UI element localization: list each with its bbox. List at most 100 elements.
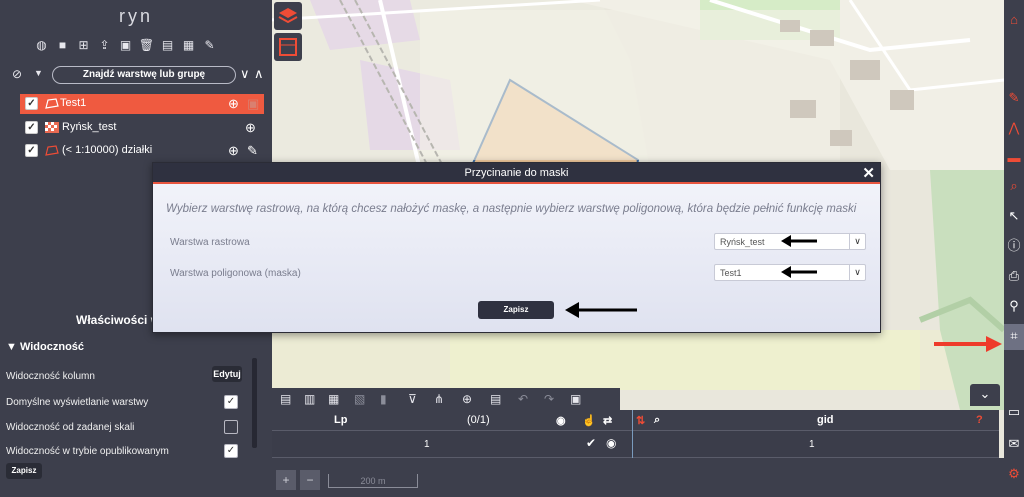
- layer-search-row: ⊘ ▼ Znajdź warstwę lub grupę ∨ ∧: [10, 66, 266, 84]
- column-gid-header[interactable]: gid: [817, 414, 834, 426]
- zoom-out-button[interactable]: −: [300, 470, 320, 490]
- raster-layer-label: Warstwa rastrowa: [170, 237, 250, 248]
- visibility-section-toggle[interactable]: ▼ Widoczność: [6, 341, 84, 353]
- add-record-icon[interactable]: ▥: [304, 392, 315, 406]
- chevron-down-icon: ∨: [849, 234, 865, 249]
- folder-icon[interactable]: ■: [55, 38, 70, 52]
- layer-checkbox[interactable]: ✓: [25, 121, 38, 134]
- locate-icon[interactable]: ⊕: [462, 392, 472, 406]
- red-pointer-arrow: [934, 336, 1002, 352]
- layer-item-rynsk-test[interactable]: ✓ Ryńsk_test ⊕: [20, 118, 264, 138]
- folder-plus-icon[interactable]: ▦: [181, 38, 196, 52]
- print-icon[interactable]: ⎙: [1006, 268, 1022, 284]
- zoom-in-button[interactable]: +: [276, 470, 296, 490]
- prop-row-scale-visibility: Widoczność od zadanej skali: [6, 420, 246, 436]
- clip-mask-icon[interactable]: ⌗: [1006, 328, 1022, 344]
- sort-icon[interactable]: ⇅: [636, 414, 645, 427]
- pencil-icon[interactable]: ✎: [1006, 90, 1022, 106]
- polygon-layer-icon: [45, 145, 59, 156]
- annotation-arrow: [781, 266, 817, 278]
- trash-icon[interactable]: 🗑: [139, 38, 154, 52]
- locate-icon[interactable]: ⊕: [228, 96, 239, 112]
- scale-bar: 200 m: [328, 474, 418, 488]
- table-row[interactable]: 1 ✔ ◉ 1: [272, 430, 999, 458]
- edit-layer-icon[interactable]: ✎: [247, 143, 258, 159]
- basemap-button[interactable]: [274, 33, 302, 61]
- filter-icon[interactable]: ⊽: [408, 392, 417, 406]
- search-icon[interactable]: ⌕: [654, 414, 660, 427]
- edit-layer-icon[interactable]: ▣: [247, 96, 259, 112]
- prop-row-default-display: Domyślne wyświetlanie warstwy ✓: [6, 395, 246, 411]
- layer-item-dzialki[interactable]: ✓ (< 1:10000) działki ⊕ ✎: [20, 141, 264, 161]
- search-icon[interactable]: ⌕: [1006, 178, 1022, 194]
- collapse-table-button[interactable]: ⌄: [970, 384, 1000, 406]
- prop-checkbox[interactable]: ✓: [224, 444, 238, 458]
- table-icon[interactable]: ▤: [490, 392, 501, 406]
- gear-icon[interactable]: ⚙: [1006, 466, 1022, 482]
- visibility-columns-row: Widoczność kolumn: [6, 369, 246, 385]
- location-user-icon[interactable]: ⚲: [1006, 298, 1022, 314]
- basemap-icon: [279, 38, 297, 56]
- prop-checkbox[interactable]: ✓: [224, 395, 238, 409]
- measure-angle-icon[interactable]: ⋀: [1006, 120, 1022, 136]
- eye-slash-icon[interactable]: ⊘: [12, 67, 22, 81]
- help-icon[interactable]: ?: [976, 414, 983, 426]
- close-icon[interactable]: ✕: [862, 164, 875, 182]
- layer-item-test1[interactable]: ✓ Test1 ⊕ ▣: [20, 94, 264, 114]
- caret-down-icon: ▼: [6, 341, 20, 353]
- upload-icon[interactable]: ⇪: [97, 38, 112, 52]
- delete-icon[interactable]: ▮: [380, 392, 387, 406]
- polygon-layer-label: Warstwa poligonowa (maska): [170, 268, 301, 279]
- edit-icon[interactable]: ✎: [202, 38, 217, 52]
- properties-scrollbar[interactable]: [252, 358, 257, 448]
- save-button[interactable]: Zapisz: [478, 301, 554, 319]
- home-icon[interactable]: ⌂: [1006, 12, 1022, 28]
- dialog-title: Przycinanie do maski: [464, 167, 569, 179]
- column-divider: [632, 410, 633, 458]
- globe-icon[interactable]: ◍: [34, 38, 49, 52]
- undo-icon[interactable]: ↶: [518, 392, 528, 406]
- ruler-icon[interactable]: ▬: [1006, 150, 1022, 166]
- chevron-down-icon[interactable]: ∨: [240, 66, 250, 82]
- cursor-icon[interactable]: ↖: [1006, 208, 1022, 224]
- pointer-icon[interactable]: ☝: [582, 414, 596, 427]
- mail-icon[interactable]: ✉: [1006, 436, 1022, 452]
- polygon-layer-value: Test1: [720, 268, 742, 278]
- prop-label: Widoczność w trybie opublikowanym: [6, 446, 169, 457]
- edit-columns-button[interactable]: Edytuj: [212, 366, 242, 382]
- find-layer-button[interactable]: Znajdź warstwę lub grupę: [52, 66, 236, 84]
- group-icon[interactable]: ▣: [118, 38, 133, 52]
- eye-icon[interactable]: ◉: [556, 414, 566, 427]
- cell-lp: 1: [424, 439, 430, 450]
- column-lp-header[interactable]: Lp: [334, 414, 347, 426]
- export-icon[interactable]: ▤: [280, 392, 291, 406]
- eye-icon[interactable]: ◉: [606, 436, 616, 450]
- prop-row-published-visibility: Widoczność w trybie opublikowanym ✓: [6, 444, 246, 460]
- save-table-icon[interactable]: ▣: [570, 392, 581, 406]
- layer-checkbox[interactable]: ✓: [25, 97, 38, 110]
- chevron-up-icon[interactable]: ∧: [254, 66, 264, 82]
- raster-layer-icon: [45, 122, 59, 133]
- swap-icon[interactable]: ⇄: [603, 414, 612, 427]
- add-icon[interactable]: ⊞: [76, 38, 91, 52]
- keyboard-icon[interactable]: ▭: [1006, 404, 1022, 420]
- zoom-to-icon[interactable]: ✔: [586, 436, 596, 450]
- info-icon[interactable]: ⓘ: [1006, 238, 1022, 254]
- caret-down-icon[interactable]: ▼: [34, 68, 43, 78]
- prop-label: Widoczność od zadanej skali: [6, 422, 135, 433]
- right-toolbar: ⌂ ✎ ⋀ ▬ ⌕ ↖ ⓘ ⎙ ⚲ ⌗ ▭ ✉ ⚙: [1004, 0, 1024, 497]
- chat-icon[interactable]: ▤: [160, 38, 175, 52]
- visibility-columns-label: Widoczność kolumn: [6, 371, 95, 382]
- layer-checkbox[interactable]: ✓: [25, 144, 38, 157]
- locate-icon[interactable]: ⊕: [245, 120, 256, 136]
- redo-icon[interactable]: ↷: [544, 392, 554, 406]
- chevron-down-icon: ⌄: [979, 386, 991, 401]
- layers-button[interactable]: [274, 2, 302, 30]
- locate-icon[interactable]: ⊕: [228, 143, 239, 159]
- save-properties-button[interactable]: Zapisz: [6, 463, 42, 479]
- edit-record-icon[interactable]: ▦: [328, 392, 339, 406]
- prop-checkbox[interactable]: [224, 420, 238, 434]
- hierarchy-icon[interactable]: ⋔: [434, 392, 444, 406]
- annotation-arrow: [565, 302, 637, 318]
- copy-icon[interactable]: ▧: [354, 392, 365, 406]
